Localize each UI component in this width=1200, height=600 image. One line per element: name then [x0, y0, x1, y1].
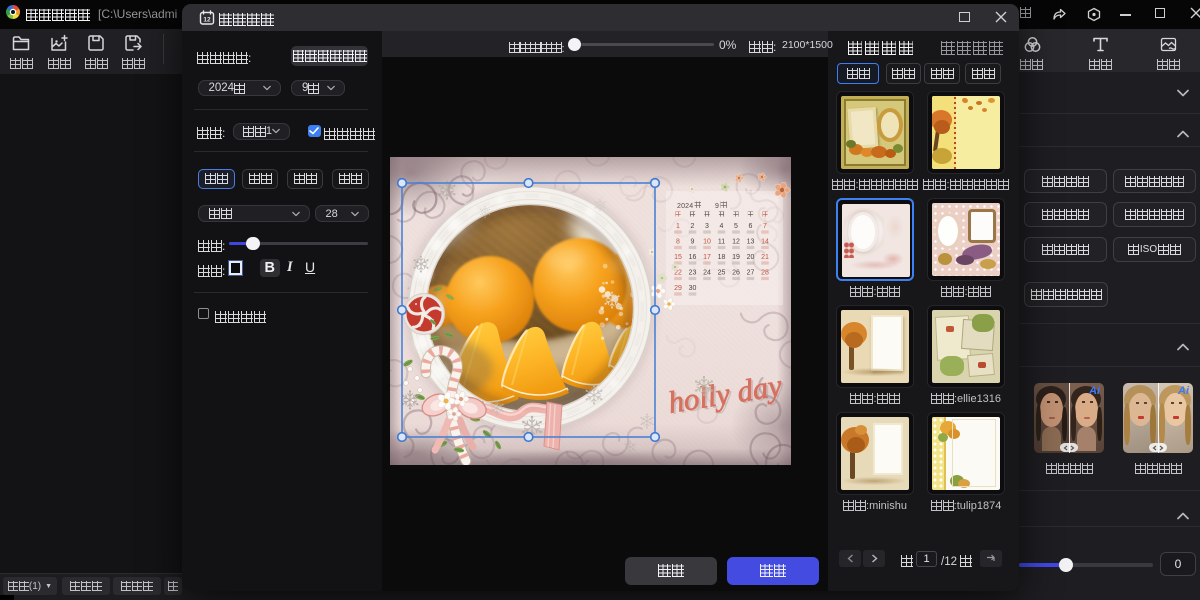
svg-text:29: 29 — [674, 285, 682, 292]
svg-text:2: 2 — [691, 223, 695, 230]
svg-text:20: 20 — [747, 254, 755, 261]
svg-text:28: 28 — [761, 270, 769, 277]
svg-text:24: 24 — [703, 270, 711, 277]
svg-text:16: 16 — [689, 254, 697, 261]
svg-text:6: 6 — [749, 223, 753, 230]
svg-text:15: 15 — [674, 254, 682, 261]
svg-text:27: 27 — [747, 270, 755, 277]
svg-text:9: 9 — [715, 203, 719, 210]
svg-text:7: 7 — [763, 223, 767, 230]
svg-text:25: 25 — [718, 270, 726, 277]
svg-text:18: 18 — [718, 254, 726, 261]
svg-text:1: 1 — [676, 223, 680, 230]
svg-text:9: 9 — [691, 239, 695, 246]
svg-text:4: 4 — [720, 223, 724, 230]
svg-text:11: 11 — [718, 239, 725, 246]
svg-text:14: 14 — [761, 239, 769, 246]
svg-text:3: 3 — [705, 223, 709, 230]
svg-text:12: 12 — [203, 16, 211, 23]
svg-text:19: 19 — [732, 254, 740, 261]
svg-text:12: 12 — [732, 239, 740, 246]
svg-text:8: 8 — [676, 239, 680, 246]
svg-text:5: 5 — [734, 223, 738, 230]
svg-text:10: 10 — [703, 239, 711, 246]
svg-text:21: 21 — [761, 254, 769, 261]
svg-text:2024: 2024 — [677, 203, 693, 210]
svg-text:17: 17 — [703, 254, 711, 261]
svg-text:13: 13 — [747, 239, 755, 246]
svg-text:30: 30 — [689, 285, 697, 292]
svg-text:26: 26 — [732, 270, 740, 277]
svg-text:23: 23 — [689, 270, 697, 277]
